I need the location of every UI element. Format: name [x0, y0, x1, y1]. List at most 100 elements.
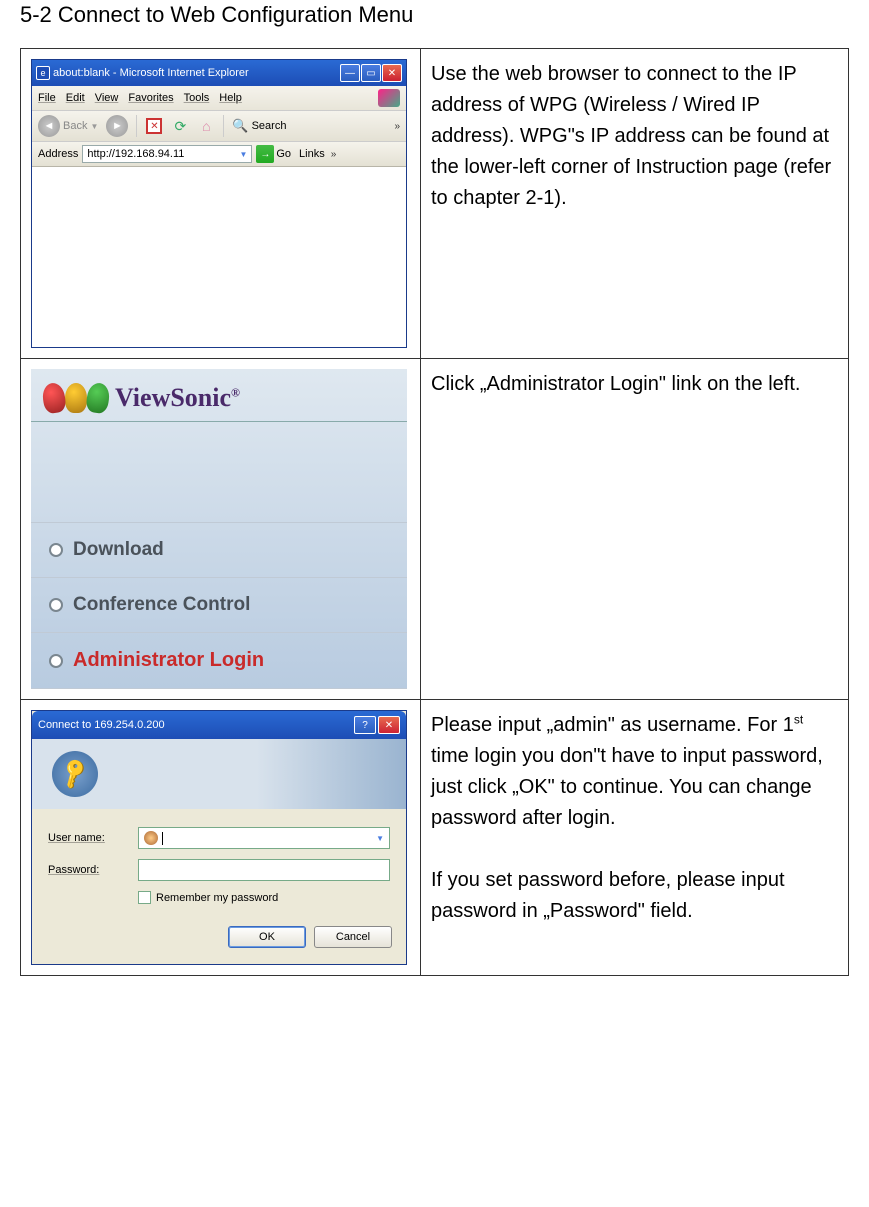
ie-titlebar: e about:blank - Microsoft Internet Explo…: [32, 60, 406, 86]
menu-favorites[interactable]: Favorites: [128, 92, 173, 104]
go-button[interactable]: → Go: [256, 145, 291, 163]
auth-window-buttons: ? ✕: [354, 716, 400, 734]
ie-brand-icon: [378, 89, 400, 107]
cell-description-1: Use the web browser to connect to the IP…: [421, 49, 849, 359]
table-row: Connect to 169.254.0.200 ? ✕ 🔑: [21, 700, 849, 976]
link-label: Download: [73, 539, 164, 561]
desc-paragraph-1: Please input „admin" as username. For 1s…: [431, 710, 838, 834]
search-button[interactable]: 🔍 Search: [232, 118, 286, 134]
menu-edit[interactable]: Edit: [66, 92, 85, 104]
viewsonic-panel: ViewSonic® Download Conference Control: [31, 369, 407, 689]
search-label: Search: [252, 120, 287, 132]
refresh-button[interactable]: ⟳: [171, 117, 189, 135]
menu-tools[interactable]: Tools: [184, 92, 210, 104]
forward-button[interactable]: ►: [106, 115, 128, 137]
chevron-right-icon[interactable]: »: [331, 149, 337, 160]
ie-title-text: about:blank - Microsoft Internet Explore…: [53, 67, 249, 79]
cell-screenshot-2: ViewSonic® Download Conference Control: [21, 359, 421, 700]
maximize-button[interactable]: ▭: [361, 64, 381, 82]
cell-screenshot-3: Connect to 169.254.0.200 ? ✕ 🔑: [21, 700, 421, 976]
cell-description-2: Click „Administrator Login" link on the …: [421, 359, 849, 700]
viewsonic-header: ViewSonic®: [31, 369, 407, 422]
auth-dialog: Connect to 169.254.0.200 ? ✕ 🔑: [31, 710, 407, 965]
text-cursor-icon: [162, 832, 163, 845]
keyhole-icon: 🔑: [52, 751, 98, 797]
checkbox-icon[interactable]: [138, 891, 151, 904]
link-administrator-login[interactable]: Administrator Login: [31, 633, 407, 689]
document-page: 5-2 Connect to Web Configuration Menu e …: [0, 0, 869, 976]
link-download[interactable]: Download: [31, 523, 407, 578]
home-button[interactable]: ⌂: [197, 117, 215, 135]
help-button[interactable]: ?: [354, 716, 376, 734]
address-dropdown-icon[interactable]: ▼: [239, 150, 247, 159]
ie-favicon-icon: e: [36, 66, 50, 80]
ie-window: e about:blank - Microsoft Internet Explo…: [31, 59, 407, 348]
viewsonic-logo-text: ViewSonic®: [115, 383, 240, 413]
auth-title-text: Connect to 169.254.0.200: [38, 719, 165, 731]
desc-text: Click „Administrator Login" link on the …: [431, 373, 800, 395]
bird-green-icon: [85, 382, 111, 415]
link-conference-control[interactable]: Conference Control: [31, 578, 407, 633]
instruction-table: e about:blank - Microsoft Internet Explo…: [20, 48, 849, 976]
cancel-button[interactable]: Cancel: [314, 926, 392, 948]
stop-button[interactable]: ✕: [145, 117, 163, 135]
menu-file[interactable]: File: [38, 92, 56, 104]
link-label: Administrator Login: [73, 649, 264, 672]
radio-icon: [49, 654, 63, 668]
back-label: Back: [63, 120, 87, 132]
ie-address-bar: Address http://192.168.94.11 ▼ → Go Link…: [32, 141, 406, 167]
chevron-right-icon[interactable]: »: [394, 121, 400, 132]
close-button[interactable]: ✕: [382, 64, 402, 82]
ie-menubar: File Edit View Favorites Tools Help: [32, 86, 406, 110]
password-input[interactable]: [138, 859, 390, 881]
window-buttons: — ▭ ✕: [340, 64, 402, 82]
viewsonic-links: Download Conference Control Administrato…: [31, 522, 407, 689]
auth-title-left: Connect to 169.254.0.200: [38, 719, 165, 731]
ok-button[interactable]: OK: [228, 926, 306, 948]
address-input[interactable]: http://192.168.94.11 ▼: [82, 145, 252, 163]
link-label: Conference Control: [73, 594, 250, 616]
dropdown-icon[interactable]: ▼: [376, 834, 384, 843]
bird-yellow-icon: [65, 383, 87, 413]
password-row: Password:: [48, 859, 390, 881]
search-icon: 🔍: [232, 118, 248, 134]
back-arrow-icon: ◄: [38, 115, 60, 137]
go-label: Go: [276, 148, 291, 160]
password-label: Password:: [48, 864, 138, 876]
radio-icon: [49, 543, 63, 557]
back-dropdown-icon: ▼: [90, 122, 98, 131]
auth-titlebar: Connect to 169.254.0.200 ? ✕: [32, 711, 406, 739]
desc-text: Use the web browser to connect to the IP…: [431, 63, 831, 209]
auth-button-row: OK Cancel: [32, 916, 406, 964]
menu-view[interactable]: View: [95, 92, 119, 104]
table-row: e about:blank - Microsoft Internet Explo…: [21, 49, 849, 359]
viewsonic-birds-icon: [43, 383, 109, 413]
minimize-button[interactable]: —: [340, 64, 360, 82]
username-row: User name: ▼: [48, 827, 390, 849]
address-label: Address: [38, 148, 78, 160]
bird-red-icon: [41, 382, 67, 415]
ie-menus: File Edit View Favorites Tools Help: [38, 92, 242, 104]
back-button[interactable]: ◄ Back ▼: [38, 115, 98, 137]
username-input[interactable]: ▼: [138, 827, 390, 849]
auth-form: User name: ▼ Password:: [32, 809, 406, 916]
cell-description-3: Please input „admin" as username. For 1s…: [421, 700, 849, 976]
auth-banner: 🔑: [32, 739, 406, 809]
ie-title-left: e about:blank - Microsoft Internet Explo…: [36, 66, 249, 80]
address-url: http://192.168.94.11: [87, 148, 236, 160]
remember-row[interactable]: Remember my password: [138, 891, 390, 904]
registered-icon: ®: [231, 385, 240, 399]
table-row: ViewSonic® Download Conference Control: [21, 359, 849, 700]
username-label: User name:: [48, 832, 138, 844]
ie-toolbar: ◄ Back ▼ ► ✕ ⟳ ⌂ 🔍 Search: [32, 110, 406, 141]
viewsonic-body: [31, 422, 407, 522]
menu-help[interactable]: Help: [219, 92, 242, 104]
stop-icon: ✕: [146, 118, 162, 134]
toolbar-separator: [136, 115, 137, 137]
radio-icon: [49, 598, 63, 612]
close-button[interactable]: ✕: [378, 716, 400, 734]
go-arrow-icon: →: [256, 145, 274, 163]
ie-content-area: [32, 167, 406, 347]
toolbar-separator: [223, 115, 224, 137]
cell-screenshot-1: e about:blank - Microsoft Internet Explo…: [21, 49, 421, 359]
